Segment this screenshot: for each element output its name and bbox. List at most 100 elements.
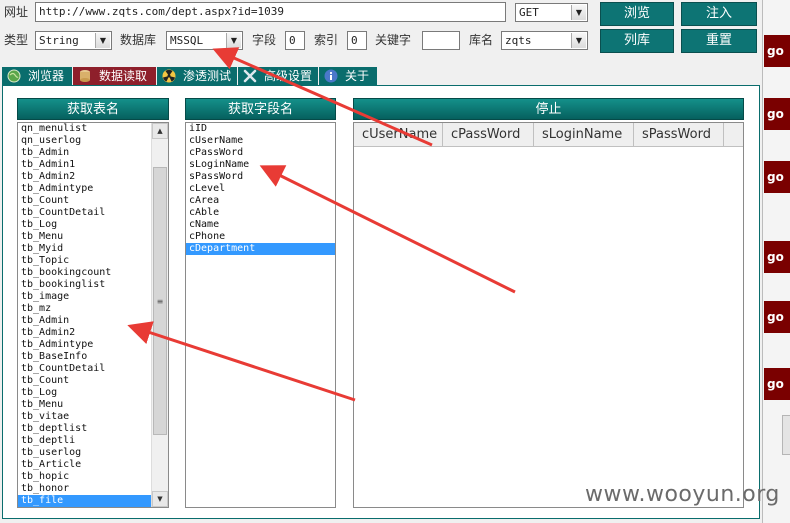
table-list-item[interactable]: tb_vitae (18, 411, 168, 423)
tab-advanced[interactable]: 高级设置 (238, 67, 318, 85)
tab-bar: 浏览器 数据读取 渗透测试 高级设置 关于 (0, 67, 762, 85)
dbname-select[interactable]: zqts ▼ (501, 31, 588, 50)
tab-data-read[interactable]: 数据读取 (73, 67, 156, 85)
table-list-item[interactable]: qn_menulist (18, 123, 168, 135)
field-list-item[interactable]: sPassWord (186, 171, 335, 183)
fields-list[interactable]: iID cUserName cPassWord sLoginName sPassWord… (185, 122, 336, 508)
chevron-down-icon[interactable]: ▼ (226, 33, 241, 48)
table-list-item[interactable]: qn_userlog (18, 135, 168, 147)
tab-label: 浏览器 (28, 69, 65, 83)
table-list-item[interactable]: tb_image (18, 291, 168, 303)
table-list-item[interactable]: tb_Menu (18, 231, 168, 243)
info-icon (324, 69, 338, 83)
field-list-item[interactable]: cArea (186, 195, 335, 207)
table-list-item[interactable]: tb_file (18, 495, 168, 507)
side-tab[interactable]: go (764, 301, 790, 333)
table-list-item[interactable]: tb_Log (18, 387, 168, 399)
table-list-item[interactable]: tb_userlog (18, 447, 168, 459)
table-list-item[interactable]: tb_honor (18, 483, 168, 495)
table-list-item[interactable]: tb_Count (18, 375, 168, 387)
table-list-item[interactable]: tb_Count (18, 195, 168, 207)
db-select[interactable]: MSSQL ▼ (166, 31, 243, 50)
table-list-item[interactable]: tb_deptli (18, 435, 168, 447)
table-list-item[interactable]: tb_BaseInfo (18, 351, 168, 363)
chevron-down-icon[interactable]: ▼ (571, 5, 586, 20)
stop-button[interactable]: 停止 (353, 98, 744, 120)
index-input[interactable]: 0 (347, 31, 367, 50)
field-list-item[interactable]: cPhone (186, 231, 335, 243)
reset-button[interactable]: 重置 (681, 29, 757, 53)
inject-button[interactable]: 注入 (681, 2, 757, 26)
side-tab[interactable]: go (764, 368, 790, 400)
table-list-item[interactable]: tb_Admintype (18, 183, 168, 195)
table-list-item[interactable]: tb_Admintype (18, 339, 168, 351)
table-list-item[interactable]: tb_Article (18, 459, 168, 471)
field-list-item[interactable]: cName (186, 219, 335, 231)
table-list-item[interactable]: tb_Myid (18, 243, 168, 255)
table-list-item[interactable]: tb_deptlist (18, 423, 168, 435)
table-list-item[interactable]: tb_bookinglist (18, 279, 168, 291)
tab-label: 渗透测试 (183, 69, 232, 83)
scroll-down-icon[interactable]: ▼ (152, 491, 168, 507)
table-list-item[interactable]: tb_hopic (18, 471, 168, 483)
table-list-item[interactable]: tb_Admin (18, 315, 168, 327)
scroll-up-icon[interactable]: ▲ (152, 123, 168, 139)
scroll-thumb[interactable]: ≡ (153, 167, 167, 435)
tab-browser[interactable]: 浏览器 (2, 67, 72, 85)
browse-button[interactable]: 浏览 (600, 2, 674, 26)
field-label: 字段 (252, 33, 277, 47)
field-count-input[interactable]: 0 (285, 31, 305, 50)
index-label: 索引 (314, 33, 339, 47)
field-list-item[interactable]: cAble (186, 207, 335, 219)
field-list-item[interactable]: sLoginName (186, 159, 335, 171)
tables-items: qn_menulist qn_userlog tb_Admin tb_Admin1 tb… (18, 123, 168, 507)
side-tab[interactable]: go (764, 241, 790, 273)
dbname-value: zqts (505, 34, 532, 47)
url-input[interactable]: http://www.zqts.com/dept.aspx?id=1039 (35, 2, 506, 22)
globe-icon (7, 69, 21, 83)
chevron-down-icon[interactable]: ▼ (95, 33, 110, 48)
tables-scrollbar[interactable]: ▲ ≡ ▼ (151, 123, 168, 507)
tab-label: 数据读取 (99, 69, 148, 83)
type-select[interactable]: String ▼ (35, 31, 112, 50)
table-list-item[interactable]: tb_CountDetail (18, 207, 168, 219)
field-list-item[interactable]: cUserName (186, 135, 335, 147)
grid-column-header[interactable]: sLoginName (534, 123, 634, 147)
tools-icon (243, 69, 257, 83)
get-tables-button[interactable]: 获取表名 (17, 98, 169, 120)
tab-about[interactable]: 关于 (319, 67, 377, 85)
grid-column-header[interactable]: cUserName (354, 123, 443, 147)
table-list-item[interactable]: tb_Admin1 (18, 159, 168, 171)
watermark: www.wooyun.org (585, 482, 780, 507)
get-fields-button[interactable]: 获取字段名 (185, 98, 336, 120)
table-list-item[interactable]: tb_Log (18, 219, 168, 231)
field-list-item[interactable]: cPassWord (186, 147, 335, 159)
field-list-item[interactable]: cLevel (186, 183, 335, 195)
tables-list[interactable]: qn_menulist qn_userlog tb_Admin tb_Admin1 tb… (17, 122, 169, 508)
table-list-item[interactable]: tb_CountDetail (18, 363, 168, 375)
chevron-down-icon[interactable]: ▼ (571, 33, 586, 48)
side-tab[interactable]: go (764, 98, 790, 130)
field-list-item[interactable]: cDepartment (186, 243, 335, 255)
keyword-input[interactable] (422, 31, 460, 50)
grid-column-header[interactable]: cPassWord (443, 123, 534, 147)
method-select[interactable]: GET ▼ (515, 3, 588, 22)
table-list-item[interactable]: tb_Topic (18, 255, 168, 267)
side-tab[interactable]: go (764, 161, 790, 193)
side-scrollbar[interactable] (782, 415, 790, 455)
grid-column-header[interactable]: sPassWord (634, 123, 724, 147)
method-value: GET (519, 6, 539, 19)
table-list-item[interactable]: tb_Admin2 (18, 171, 168, 183)
table-list-item[interactable]: tb_Menu (18, 399, 168, 411)
list-db-button[interactable]: 列库 (600, 29, 674, 53)
fields-items: iID cUserName cPassWord sLoginName sPassWord… (186, 123, 335, 255)
tab-pentest[interactable]: 渗透测试 (157, 67, 237, 85)
field-list-item[interactable]: iID (186, 123, 335, 135)
table-list-item[interactable]: tb_bookingcount (18, 267, 168, 279)
table-list-item[interactable]: tb_Admin (18, 147, 168, 159)
table-list-item[interactable]: tb_Admin2 (18, 327, 168, 339)
type-value: String (39, 34, 79, 47)
table-list-item[interactable]: tb_mz (18, 303, 168, 315)
data-grid[interactable]: cUserName cPassWord sLoginName sPassWord (353, 122, 744, 508)
side-tab[interactable]: go (764, 35, 790, 67)
